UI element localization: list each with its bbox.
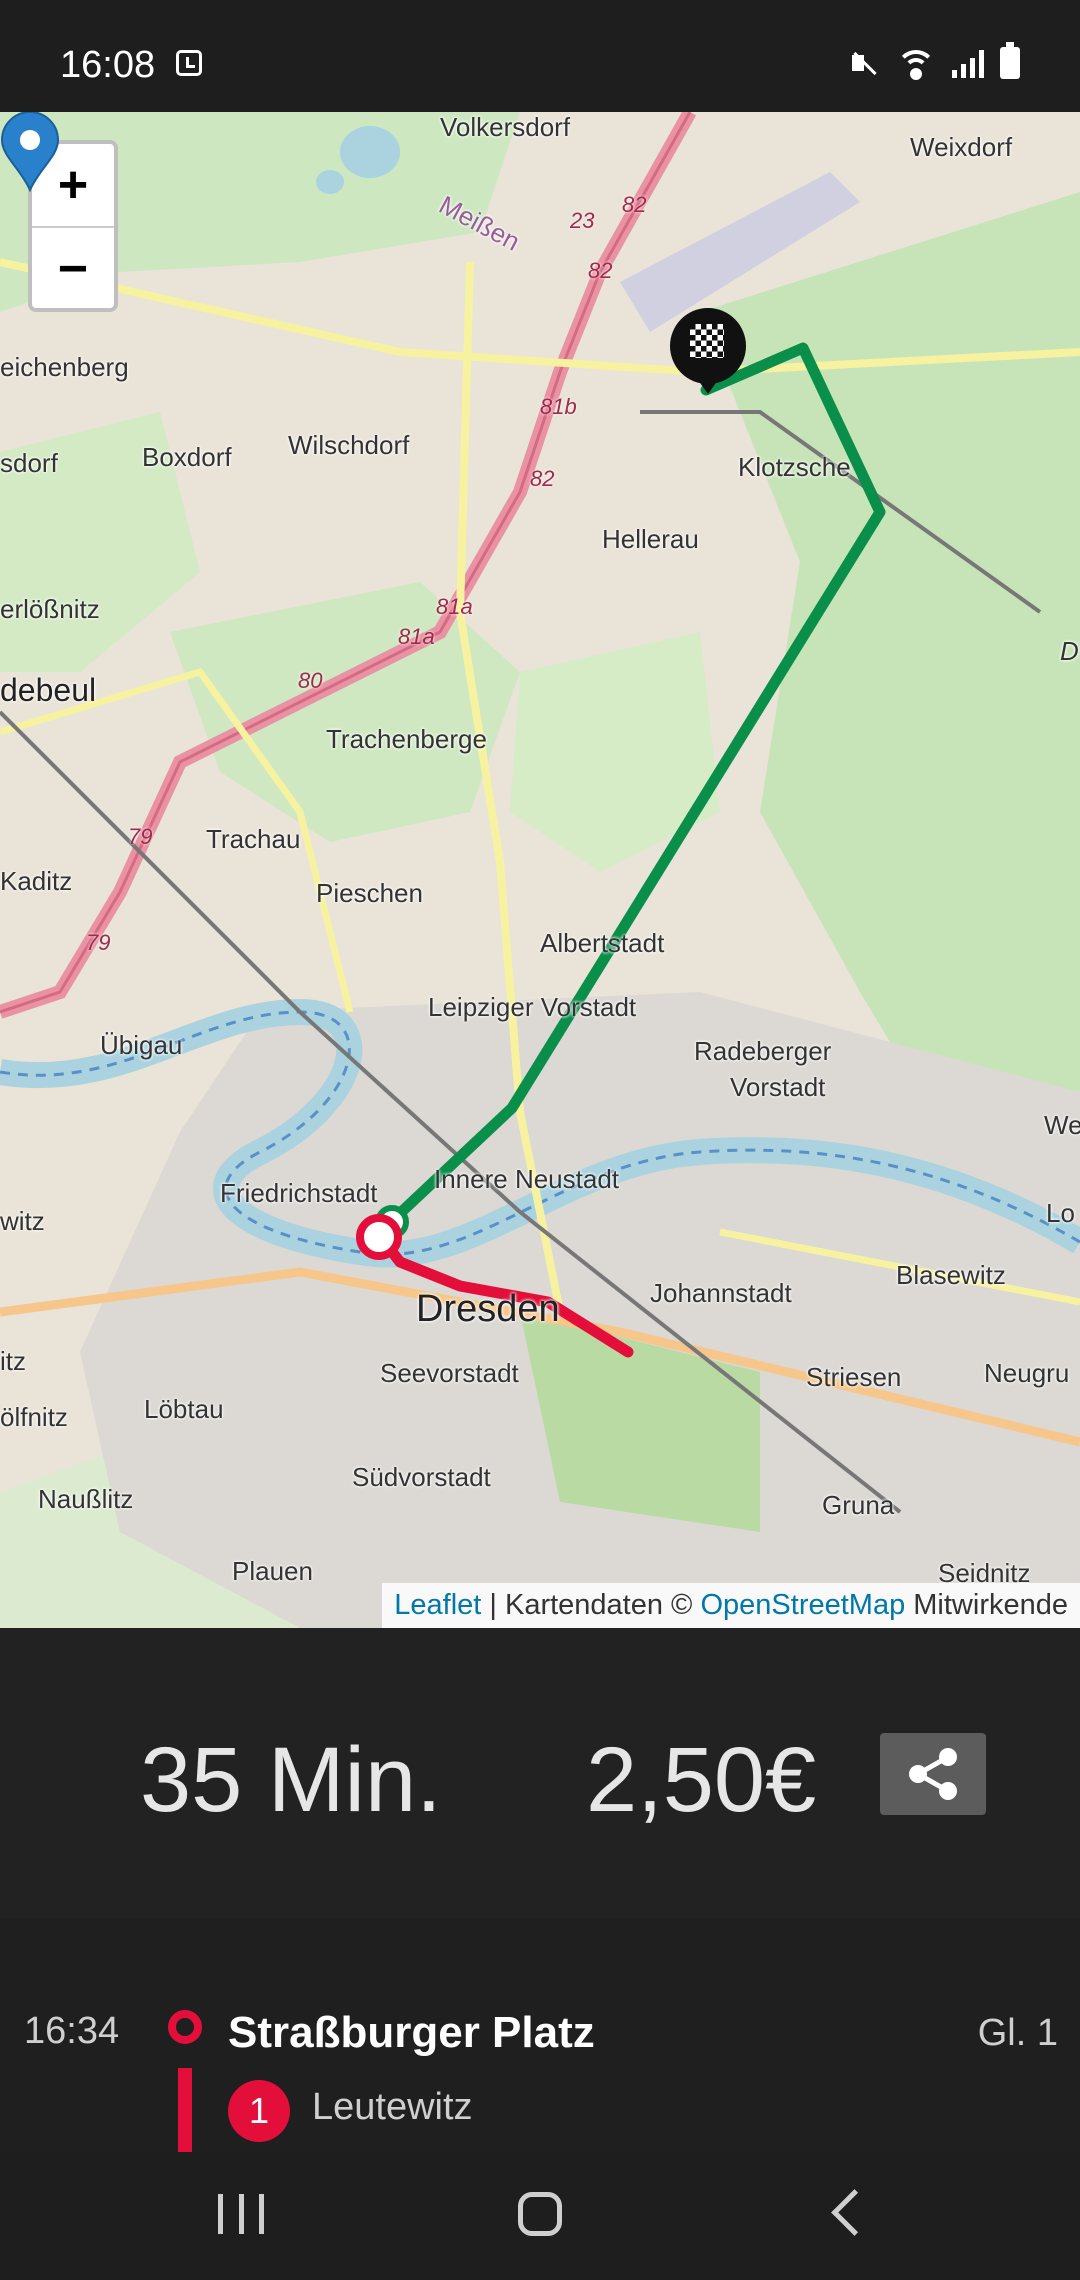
map-label: D: [1060, 636, 1079, 666]
share-icon: [909, 1748, 957, 1800]
leg-platform: Gl. 1: [977, 2012, 1058, 2054]
map-label: Trachau: [206, 824, 301, 854]
checkered-flag-icon: [690, 324, 724, 358]
map-label: Radeberger: [694, 1036, 832, 1066]
map-label: Übigau: [100, 1030, 183, 1060]
mute-icon: [848, 47, 880, 79]
leg-route-line: [178, 2068, 192, 2152]
map-label: Dresden: [416, 1288, 560, 1330]
map-label: Südvorstadt: [352, 1462, 491, 1492]
map-label: Gruna: [822, 1490, 895, 1520]
signal-icon: [952, 48, 984, 78]
trip-leg[interactable]: 16:34 Straßburger Platz Gl. 1 1 Leutewit…: [0, 1918, 1080, 2152]
status-time: 16:08: [60, 44, 156, 86]
road-number: 82: [588, 258, 613, 283]
map-label: Hellerau: [602, 524, 699, 554]
map-label: eichenberg: [0, 352, 129, 382]
start-stop-marker[interactable]: [356, 1214, 402, 1260]
map-attribution: Leaflet | Kartendaten © OpenStreetMap Mi…: [382, 1583, 1080, 1628]
road-number: 80: [298, 668, 323, 693]
leg-stop-icon: [168, 2010, 202, 2044]
trip-duration: 35 Min.: [140, 1729, 442, 1831]
map-label: Wilschdorf: [288, 430, 410, 460]
map-label: ölfnitz: [0, 1402, 68, 1432]
map-label: Klotzsche: [738, 452, 851, 482]
map-label: Weixdorf: [910, 132, 1013, 162]
attribution-end: Mitwirkende: [905, 1589, 1068, 1621]
map-label: Pieschen: [316, 878, 423, 908]
back-button[interactable]: [831, 2189, 878, 2236]
map-label: debeul: [0, 672, 97, 708]
status-icons: [848, 42, 1020, 80]
road-number: 81b: [540, 394, 577, 419]
map-label: Vorstadt: [730, 1072, 826, 1102]
attribution-text: | Kartendaten ©: [481, 1589, 701, 1621]
finish-flag-marker[interactable]: [670, 308, 746, 394]
map-label: We: [1044, 1110, 1080, 1140]
map-label: Neugru: [984, 1358, 1070, 1388]
road-number: 82: [622, 192, 647, 217]
leaflet-link[interactable]: Leaflet: [394, 1589, 481, 1621]
leg-direction: Leutewitz: [312, 2086, 473, 2128]
map-label: Plauen: [232, 1556, 313, 1586]
alarm-icon: [176, 50, 202, 76]
road-number: 81a: [436, 594, 473, 619]
map-label: sdorf: [0, 448, 58, 478]
map-label: Volkersdorf: [440, 112, 571, 142]
map-label: Leipziger Vorstadt: [428, 992, 637, 1022]
location-pin-icon[interactable]: [0, 112, 60, 192]
map-label: Boxdorf: [142, 442, 232, 472]
map-label: Löbtau: [144, 1394, 224, 1424]
home-button[interactable]: [518, 2192, 562, 2236]
map-label: itz: [0, 1346, 26, 1376]
osm-link[interactable]: OpenStreetMap: [700, 1589, 905, 1621]
map-label: Innere Neustadt: [434, 1164, 620, 1194]
status-bar: 16:08: [0, 0, 1080, 112]
leg-station-name: Straßburger Platz: [228, 2008, 595, 2057]
map-label: Seevorstadt: [380, 1358, 519, 1388]
zoom-out-button[interactable]: −: [32, 228, 114, 308]
tram-line-badge: 1: [228, 2080, 290, 2142]
road-number: 23: [570, 208, 595, 233]
map-label: erlößnitz: [0, 594, 100, 624]
map-label: Kaditz: [0, 866, 73, 896]
map-label: Friedrichstadt: [220, 1178, 378, 1208]
share-button[interactable]: [880, 1733, 986, 1815]
map-label: witz: [0, 1206, 45, 1236]
map-label: Johannstadt: [650, 1278, 792, 1308]
map-label: Striesen: [806, 1362, 902, 1392]
road-number: 79: [86, 930, 111, 955]
map-label: Naußlitz: [38, 1484, 134, 1514]
road-number: 81a: [398, 624, 435, 649]
map-label: Trachenberge: [326, 724, 487, 754]
map[interactable]: Volkersdorf Weixdorf eichenberg Wilschdo…: [0, 112, 1080, 1628]
leg-departure-time: 16:34: [24, 2010, 120, 2052]
map-label: Blasewitz: [896, 1260, 1006, 1290]
battery-icon: [1000, 42, 1020, 79]
trip-summary: 35 Min. 2,50€: [0, 1628, 1080, 1918]
road-number: 79: [128, 824, 153, 849]
map-label: Albertstadt: [540, 928, 665, 958]
wifi-icon: [896, 46, 936, 80]
road-number: 82: [530, 466, 555, 491]
trip-price: 2,50€: [586, 1729, 817, 1831]
system-nav-bar: [0, 2152, 1080, 2280]
recent-apps-button[interactable]: [218, 2194, 264, 2234]
map-label: Lo: [1046, 1198, 1075, 1228]
